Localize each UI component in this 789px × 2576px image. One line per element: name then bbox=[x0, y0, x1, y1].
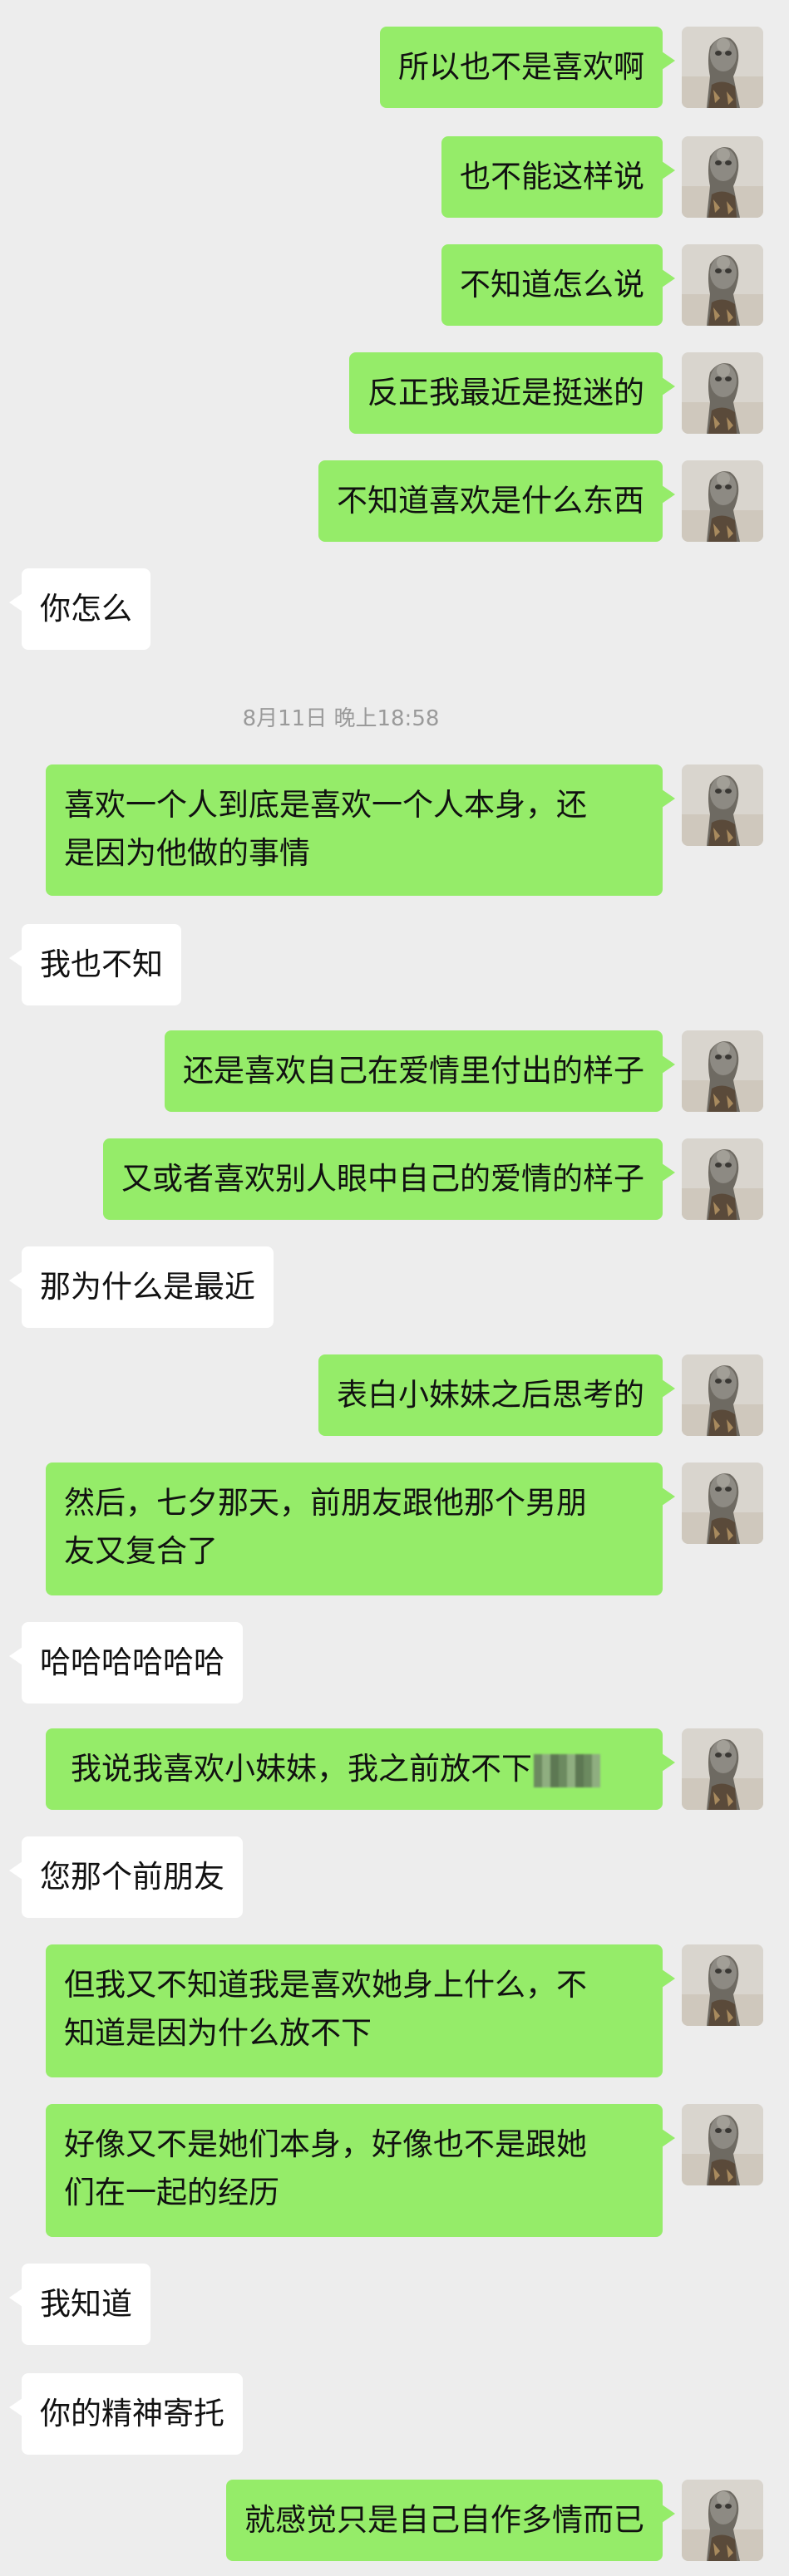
message-bubble-sent[interactable]: 我说我喜欢小妹妹，我之前放不下 bbox=[46, 1728, 675, 1810]
message-bubble-received[interactable]: 哈哈哈哈哈哈 bbox=[9, 1622, 243, 1703]
message-bubble-received[interactable]: 你的精神寄托 bbox=[9, 2373, 243, 2455]
message-bubble-sent[interactable]: 也不能这样说 bbox=[441, 136, 675, 218]
avatar-icon bbox=[682, 1030, 763, 1112]
avatar[interactable] bbox=[682, 244, 763, 326]
avatar-icon bbox=[682, 352, 763, 434]
avatar[interactable] bbox=[682, 460, 763, 542]
message-bubble-received[interactable]: 我也不知 bbox=[9, 924, 181, 1005]
avatar[interactable] bbox=[682, 2480, 763, 2561]
message-bubble-sent[interactable]: 不知道喜欢是什么东西 bbox=[318, 460, 675, 542]
avatar-icon bbox=[682, 1354, 763, 1436]
avatar-icon bbox=[682, 2104, 763, 2185]
message-bubble-received[interactable]: 你怎么 bbox=[9, 568, 150, 650]
avatar[interactable] bbox=[682, 2104, 763, 2185]
message-bubble-sent[interactable]: 不知道怎么说 bbox=[441, 244, 675, 326]
message-bubble-received[interactable]: 我知道 bbox=[9, 2264, 150, 2345]
message-bubble-sent[interactable]: 好像又不是她们本身，好像也不是跟她 们在一起的经历 bbox=[46, 2104, 675, 2237]
message-text: 我说我喜欢小妹妹，我之前放不下 bbox=[71, 1751, 532, 1787]
avatar[interactable] bbox=[682, 27, 763, 108]
message-bubble-received[interactable]: 您那个前朋友 bbox=[9, 1836, 243, 1918]
message-bubble-sent[interactable]: 反正我最近是挺迷的 bbox=[349, 352, 675, 434]
message-bubble-sent[interactable]: 就感觉只是自己自作多情而已 bbox=[226, 2480, 675, 2561]
avatar[interactable] bbox=[682, 1944, 763, 2026]
avatar[interactable] bbox=[682, 1728, 763, 1810]
avatar-icon bbox=[682, 764, 763, 846]
avatar[interactable] bbox=[682, 1354, 763, 1436]
avatar[interactable] bbox=[682, 1030, 763, 1112]
message-bubble-sent[interactable]: 表白小妹妹之后思考的 bbox=[318, 1354, 675, 1436]
avatar-icon bbox=[682, 27, 763, 108]
message-bubble-sent[interactable]: 然后，七夕那天，前朋友跟他那个男朋 友又复合了 bbox=[46, 1463, 675, 1595]
avatar-icon bbox=[682, 136, 763, 218]
avatar[interactable] bbox=[682, 764, 763, 846]
message-bubble-sent[interactable]: 还是喜欢自己在爱情里付出的样子 bbox=[165, 1030, 675, 1112]
avatar-icon bbox=[682, 2480, 763, 2561]
avatar[interactable] bbox=[682, 1138, 763, 1220]
avatar[interactable] bbox=[682, 136, 763, 218]
avatar-icon bbox=[682, 1463, 763, 1544]
chat-timestamp: 8月11日 晚上18:58 bbox=[242, 706, 440, 731]
avatar-icon bbox=[682, 1944, 763, 2026]
redacted-text-blur bbox=[534, 1753, 600, 1787]
message-bubble-sent[interactable]: 又或者喜欢别人眼中自己的爱情的样子 bbox=[103, 1138, 675, 1220]
avatar[interactable] bbox=[682, 1463, 763, 1544]
message-bubble-sent[interactable]: 但我又不知道我是喜欢她身上什么，不 知道是因为什么放不下 bbox=[46, 1944, 675, 2077]
avatar-icon bbox=[682, 1728, 763, 1810]
avatar[interactable] bbox=[682, 352, 763, 434]
message-bubble-sent[interactable]: 所以也不是喜欢啊 bbox=[380, 27, 675, 108]
avatar-icon bbox=[682, 1138, 763, 1220]
avatar-icon bbox=[682, 460, 763, 542]
message-bubble-sent[interactable]: 喜欢一个人到底是喜欢一个人本身，还 是因为他做的事情 bbox=[46, 764, 675, 896]
avatar-icon bbox=[682, 244, 763, 326]
message-bubble-received[interactable]: 那为什么是最近 bbox=[9, 1246, 274, 1328]
